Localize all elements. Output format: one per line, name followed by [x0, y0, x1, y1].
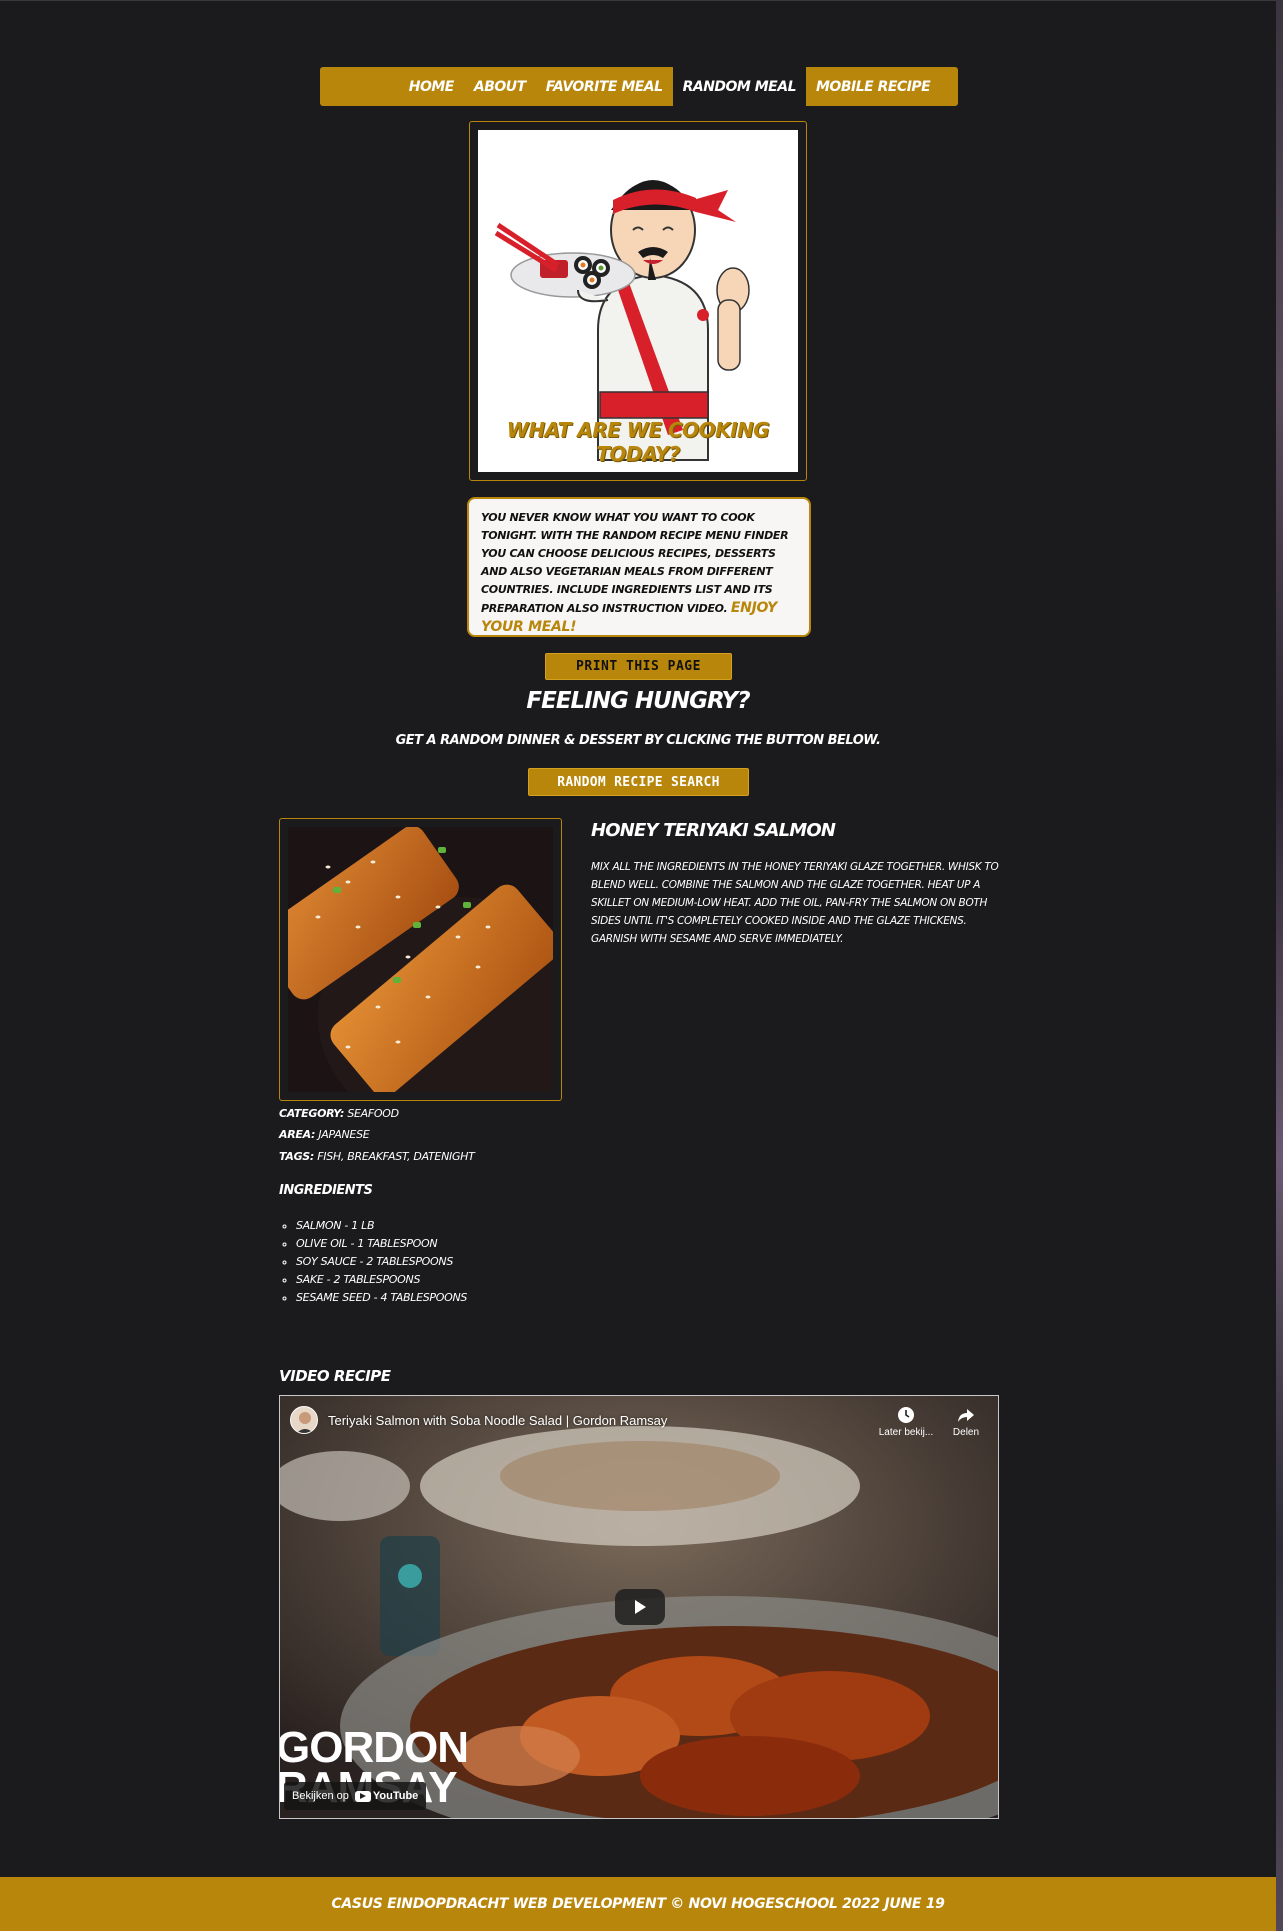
- watch-later-button[interactable]: Later bekij...: [876, 1406, 936, 1438]
- ingredient-item: SOY SAUCE - 2 TABLESPOONS: [296, 1253, 467, 1271]
- intro-box: YOU NEVER KNOW WHAT YOU WANT TO COOK TON…: [467, 497, 811, 637]
- share-icon: [958, 1409, 974, 1422]
- chef-illustration: WHAT ARE WE COOKING TODAY?: [478, 130, 798, 472]
- clock-icon: [898, 1407, 914, 1423]
- meal-image-frame: [279, 818, 562, 1101]
- watch-later-label: Later bekij...: [878, 1427, 934, 1438]
- page-edge-strip: [1276, 0, 1283, 1931]
- ingredients-title: INGREDIENTS: [279, 1183, 373, 1198]
- salmon-image: [288, 827, 553, 1092]
- watch-on-label: Bekijken op: [292, 1790, 349, 1802]
- share-label: Delen: [952, 1427, 980, 1438]
- random-subline: GET A RANDOM DINNER & DESSERT BY CLICKIN…: [395, 733, 881, 748]
- meal-area: AREA: JAPANESE: [279, 1128, 370, 1141]
- hungry-title: FEELING HUNGRY?: [526, 688, 750, 714]
- channel-avatar[interactable]: [290, 1406, 318, 1434]
- tags-label: TAGS:: [279, 1150, 315, 1163]
- footer-text: CASUS EINDOPDRACHT WEB DEVELOPMENT © NOV…: [331, 1896, 945, 1912]
- video-header: Teriyaki Salmon with Soba Noodle Salad |…: [290, 1406, 667, 1434]
- video-title[interactable]: Teriyaki Salmon with Soba Noodle Salad |…: [328, 1413, 667, 1428]
- hero-caption: WHAT ARE WE COOKING TODAY?: [506, 418, 770, 466]
- nav-favorite-meal[interactable]: FAVORITE MEAL: [536, 67, 673, 106]
- category-label: CATEGORY:: [279, 1107, 345, 1120]
- random-recipe-button[interactable]: RANDOM RECIPE SEARCH: [528, 768, 749, 796]
- nav-mobile-recipe[interactable]: MOBILE RECIPE: [806, 67, 940, 106]
- ingredient-item: SESAME SEED - 4 TABLESPOONS: [296, 1289, 467, 1307]
- meal-instructions: MIX ALL THE INGREDIENTS IN THE HONEY TER…: [591, 861, 999, 945]
- hero-image-frame: WHAT ARE WE COOKING TODAY?: [469, 121, 807, 481]
- youtube-play-icon: [354, 1790, 371, 1802]
- ingredients-list: SALMON - 1 LB OLIVE OIL - 1 TABLESPOON S…: [296, 1217, 467, 1307]
- youtube-wordmark: YouTube: [372, 1790, 419, 1802]
- footer: CASUS EINDOPDRACHT WEB DEVELOPMENT © NOV…: [0, 1877, 1276, 1931]
- video-section-title: VIDEO RECIPE: [279, 1367, 391, 1385]
- nav-random-meal[interactable]: RANDOM MEAL: [672, 67, 806, 106]
- meal-title: HONEY TERIYAKI SALMON: [591, 820, 836, 841]
- ingredient-item: OLIVE OIL - 1 TABLESPOON: [296, 1235, 467, 1253]
- play-button[interactable]: [615, 1589, 665, 1625]
- ingredient-item: SALMON - 1 LB: [296, 1217, 467, 1235]
- meal-image: [288, 827, 553, 1092]
- area-value: JAPANESE: [318, 1128, 370, 1141]
- meal-category: CATEGORY: SEAFOOD: [279, 1107, 399, 1120]
- print-button[interactable]: PRINT THIS PAGE: [545, 653, 732, 680]
- main-nav: HOME ABOUT FAVORITE MEAL RANDOM MEAL MOB…: [320, 67, 958, 106]
- youtube-logo: YouTube: [354, 1790, 419, 1802]
- category-value: SEAFOOD: [347, 1107, 399, 1120]
- meal-tags: TAGS: FISH, BREAKFAST, DATENIGHT: [279, 1150, 475, 1163]
- play-icon: [635, 1600, 646, 1614]
- share-button[interactable]: Delen: [936, 1406, 996, 1438]
- nav-home[interactable]: HOME: [399, 67, 464, 106]
- top-border: [0, 0, 1276, 1]
- youtube-embed[interactable]: Teriyaki Salmon with Soba Noodle Salad |…: [279, 1395, 999, 1819]
- watch-on-youtube-button[interactable]: Bekijken op YouTube: [284, 1782, 427, 1810]
- nav-about[interactable]: ABOUT: [464, 67, 536, 106]
- area-label: AREA:: [279, 1128, 316, 1141]
- tags-value: FISH, BREAKFAST, DATENIGHT: [317, 1150, 475, 1163]
- overlay-line-1: GORDON: [279, 1723, 469, 1772]
- ingredient-item: SAKE - 2 TABLESPOONS: [296, 1271, 467, 1289]
